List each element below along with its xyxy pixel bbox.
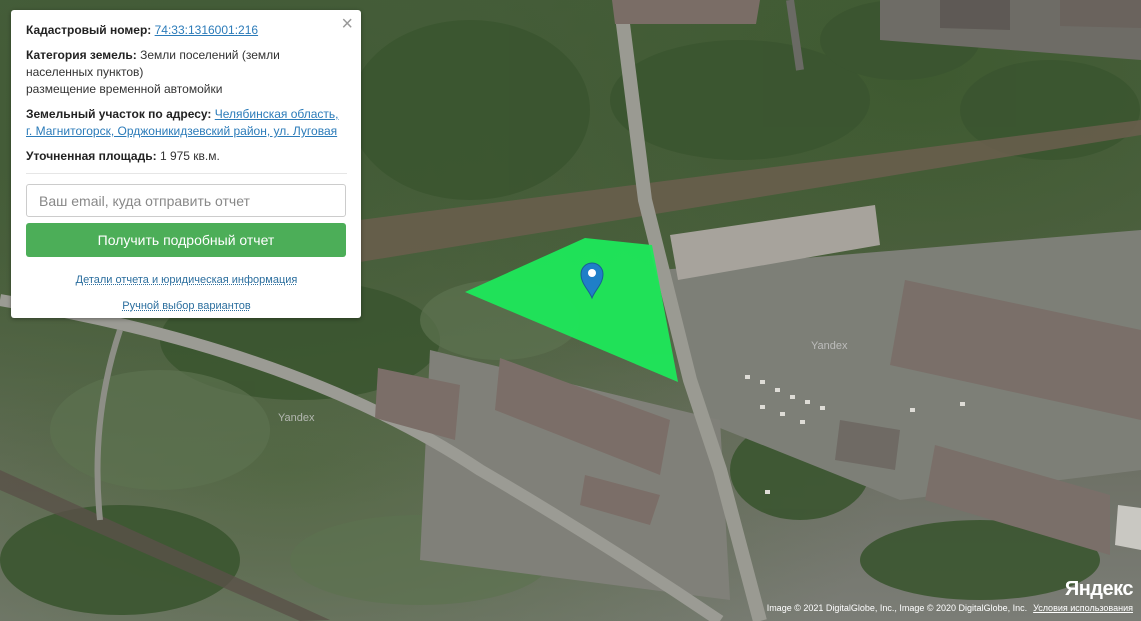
get-report-button[interactable]: Получить подробный отчет [26, 223, 346, 257]
address-row: Земельный участок по адресу: Челябинская… [26, 106, 347, 140]
category-use: размещение временной автомойки [26, 82, 223, 96]
area-row: Уточненная площадь: 1 975 кв.м. [26, 148, 347, 165]
cadastral-label: Кадастровый номер: [26, 23, 152, 37]
parcel-info-popup: × Кадастровый номер: 74:33:1316001:216 К… [11, 10, 361, 318]
category-label: Категория земель: [26, 48, 137, 62]
map-watermark: Yandex [278, 412, 315, 424]
terms-link[interactable]: Условия использования [1033, 603, 1133, 613]
map-copyright: Image © 2021 DigitalGlobe, Inc., Image ©… [767, 603, 1133, 613]
address-label: Земельный участок по адресу: [26, 107, 212, 121]
email-input[interactable] [26, 184, 346, 217]
report-details-link[interactable]: Детали отчета и юридическая информация [26, 274, 347, 286]
close-icon[interactable]: × [341, 14, 353, 34]
area-label: Уточненная площадь: [26, 149, 157, 163]
cadastral-number-link[interactable]: 74:33:1316001:216 [155, 23, 258, 37]
map-watermark: Yandex [811, 340, 848, 352]
cadastral-row: Кадастровый номер: 74:33:1316001:216 [26, 22, 347, 39]
yandex-logo: Яндекс [1064, 578, 1134, 600]
copyright-text: Image © 2021 DigitalGlobe, Inc., Image ©… [766, 603, 1028, 613]
divider [26, 173, 347, 174]
manual-selection-link[interactable]: Ручной выбор вариантов [26, 300, 347, 312]
area-value: 1 975 кв.м. [159, 149, 220, 163]
category-row: Категория земель: Земли поселений (земли… [26, 47, 347, 98]
